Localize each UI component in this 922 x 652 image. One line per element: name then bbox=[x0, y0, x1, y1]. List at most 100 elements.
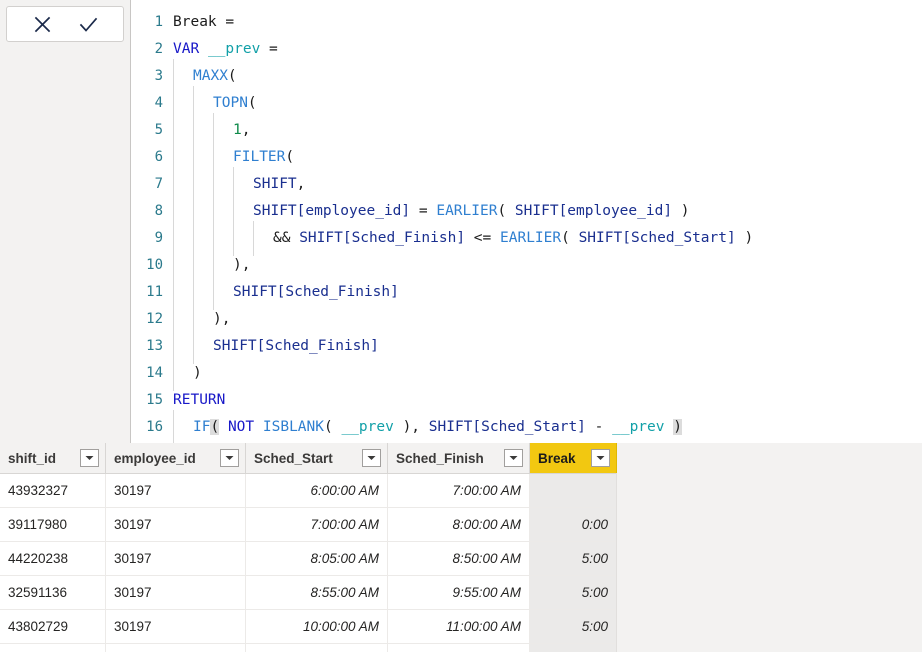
code-token-var: __prev bbox=[341, 419, 394, 435]
table-cell-employee_id[interactable]: 30197 bbox=[106, 644, 246, 652]
table-cell-Sched_Finish[interactable]: 12:00:00 PM bbox=[388, 644, 530, 652]
table-cell-employee_id[interactable]: 30197 bbox=[106, 474, 246, 507]
code-line: 10 ), bbox=[131, 248, 922, 283]
code-token-op bbox=[665, 419, 674, 435]
column-header-label: employee_id bbox=[114, 450, 196, 466]
code-content: SHIFT[Sched_Finish] bbox=[173, 329, 379, 364]
code-token-op: ), bbox=[393, 419, 429, 435]
table-cell-Sched_Start[interactable]: 6:00:00 AM bbox=[246, 474, 388, 507]
code-content: ) bbox=[173, 356, 202, 391]
code-token-fn: TOPN bbox=[213, 95, 248, 111]
line-number: 8 bbox=[154, 203, 163, 219]
table-cell-Sched_Finish[interactable]: 8:00:00 AM bbox=[388, 508, 530, 541]
code-token-tbl: SHIFT[employee_id] bbox=[514, 203, 673, 219]
table-cell-shift_id[interactable]: 44399777 bbox=[0, 644, 106, 652]
table-row[interactable]: 443997773019711:00:00 AM12:00:00 PM0:00 bbox=[0, 644, 617, 652]
table-row[interactable]: 44220238 30197 8:05:00 AM 8:50:00 AM 5:00 bbox=[0, 542, 617, 576]
indent-guide bbox=[193, 167, 213, 202]
chevron-down-icon bbox=[596, 456, 605, 460]
grid-column-header-Sched_Finish[interactable]: Sched_Finish bbox=[388, 443, 530, 473]
table-cell-Break[interactable]: 5:00 bbox=[530, 610, 617, 643]
table-cell-shift_id[interactable]: 32591136 bbox=[0, 576, 106, 609]
table-cell-Sched_Start[interactable]: 11:00:00 AM bbox=[246, 644, 388, 652]
cancel-edit-button[interactable] bbox=[27, 11, 57, 37]
table-cell-shift_id[interactable]: 44220238 bbox=[0, 542, 106, 575]
table-cell-Sched_Finish[interactable]: 11:00:00 AM bbox=[388, 610, 530, 643]
table-cell-Sched_Finish[interactable]: 8:50:00 AM bbox=[388, 542, 530, 575]
table-row[interactable]: 39117980 30197 7:00:00 AM 8:00:00 AM 0:00 bbox=[0, 508, 617, 542]
indent-guide bbox=[213, 221, 233, 256]
column-header-label: Sched_Finish bbox=[396, 450, 484, 466]
table-cell-shift_id[interactable]: 43802729 bbox=[0, 610, 106, 643]
table-row[interactable]: 32591136 30197 8:55:00 AM 9:55:00 AM 5:00 bbox=[0, 576, 617, 610]
table-cell-employee_id[interactable]: 30197 bbox=[106, 610, 246, 643]
chevron-down-icon bbox=[509, 456, 518, 460]
column-filter-button[interactable] bbox=[591, 449, 610, 467]
table-cell-employee_id[interactable]: 30197 bbox=[106, 542, 246, 575]
column-header-label: Break bbox=[538, 450, 576, 466]
indent-guide bbox=[213, 275, 233, 310]
table-cell-Break[interactable]: 0:00 bbox=[530, 508, 617, 541]
column-filter-button[interactable] bbox=[362, 449, 381, 467]
chevron-down-icon bbox=[225, 456, 234, 460]
code-line: 6 FILTER( bbox=[131, 140, 922, 175]
line-number: 9 bbox=[154, 230, 163, 246]
code-token-op: , bbox=[296, 176, 306, 192]
code-line: 11 SHIFT[Sched_Finish] bbox=[131, 275, 922, 310]
dax-code-editor[interactable]: 1 Break = 2 VAR __prev = 3 MAXX(4 TOPN(5 1, 6… bbox=[131, 0, 922, 443]
indent-guide bbox=[233, 221, 253, 256]
table-cell-Sched_Start[interactable]: 8:55:00 AM bbox=[246, 576, 388, 609]
code-token-op: ) bbox=[735, 230, 754, 246]
table-cell-shift_id[interactable]: 43932327 bbox=[0, 474, 106, 507]
code-line: 4 TOPN( bbox=[131, 86, 922, 121]
accept-edit-button[interactable] bbox=[73, 11, 103, 37]
commit-pane bbox=[0, 0, 131, 443]
indent-guide bbox=[173, 59, 193, 94]
column-filter-button[interactable] bbox=[504, 449, 523, 467]
code-token-tbl: SHIFT[Sched_Start] bbox=[428, 419, 586, 435]
data-preview-region: shift_id employee_id Sched_Start Sched_Fini… bbox=[0, 443, 922, 652]
table-cell-Sched_Start[interactable]: 10:00:00 AM bbox=[246, 610, 388, 643]
data-grid: shift_id employee_id Sched_Start Sched_Fini… bbox=[0, 443, 617, 652]
column-filter-button[interactable] bbox=[220, 449, 239, 467]
code-token-op: = bbox=[410, 203, 437, 219]
code-token-op: ) bbox=[193, 365, 202, 381]
indent-guide bbox=[173, 221, 193, 256]
table-cell-Break[interactable]: 0:00 bbox=[530, 644, 617, 652]
table-cell-employee_id[interactable]: 30197 bbox=[106, 508, 246, 541]
table-row[interactable]: 43802729 30197 10:00:00 AM 11:00:00 AM 5:00 bbox=[0, 610, 617, 644]
code-token-op: ( bbox=[227, 68, 237, 84]
code-line: 8 SHIFT[employee_id] = EARLIER( SHIFT[em… bbox=[131, 194, 922, 229]
code-line: 1 Break = bbox=[131, 9, 922, 36]
grid-column-header-Sched_Start[interactable]: Sched_Start bbox=[246, 443, 388, 473]
code-line: 5 1, bbox=[131, 113, 922, 148]
table-cell-employee_id[interactable]: 30197 bbox=[106, 576, 246, 609]
close-icon bbox=[34, 16, 50, 32]
table-cell-Break[interactable]: 5:00 bbox=[530, 576, 617, 609]
table-cell-Sched_Finish[interactable]: 9:55:00 AM bbox=[388, 576, 530, 609]
chevron-down-icon bbox=[367, 456, 376, 460]
column-filter-button[interactable] bbox=[80, 449, 99, 467]
code-token-op: && bbox=[273, 230, 300, 246]
code-token-tbl: SHIFT[employee_id] bbox=[253, 203, 411, 219]
grid-column-header-Break[interactable]: Break bbox=[530, 443, 617, 473]
table-cell-Break[interactable] bbox=[530, 474, 617, 507]
table-cell-Break[interactable]: 5:00 bbox=[530, 542, 617, 575]
indent-guide bbox=[213, 140, 233, 175]
grid-column-header-employee_id[interactable]: employee_id bbox=[106, 443, 246, 473]
table-row[interactable]: 43932327 30197 6:00:00 AM 7:00:00 AM bbox=[0, 474, 617, 508]
code-token-var: __prev bbox=[612, 419, 665, 435]
table-cell-Sched_Finish[interactable]: 7:00:00 AM bbox=[388, 474, 530, 507]
code-line: 3 MAXX( bbox=[131, 59, 922, 94]
indent-guide bbox=[213, 248, 233, 283]
indent-guide bbox=[253, 221, 273, 256]
code-line: 15 RETURN bbox=[131, 387, 922, 414]
grid-column-header-shift_id[interactable]: shift_id bbox=[0, 443, 106, 473]
table-cell-shift_id[interactable]: 39117980 bbox=[0, 508, 106, 541]
line-number: 6 bbox=[154, 149, 163, 165]
table-cell-Sched_Start[interactable]: 7:00:00 AM bbox=[246, 508, 388, 541]
line-number: 15 bbox=[146, 392, 163, 408]
code-token-fn: IF bbox=[193, 419, 211, 435]
table-cell-Sched_Start[interactable]: 8:05:00 AM bbox=[246, 542, 388, 575]
